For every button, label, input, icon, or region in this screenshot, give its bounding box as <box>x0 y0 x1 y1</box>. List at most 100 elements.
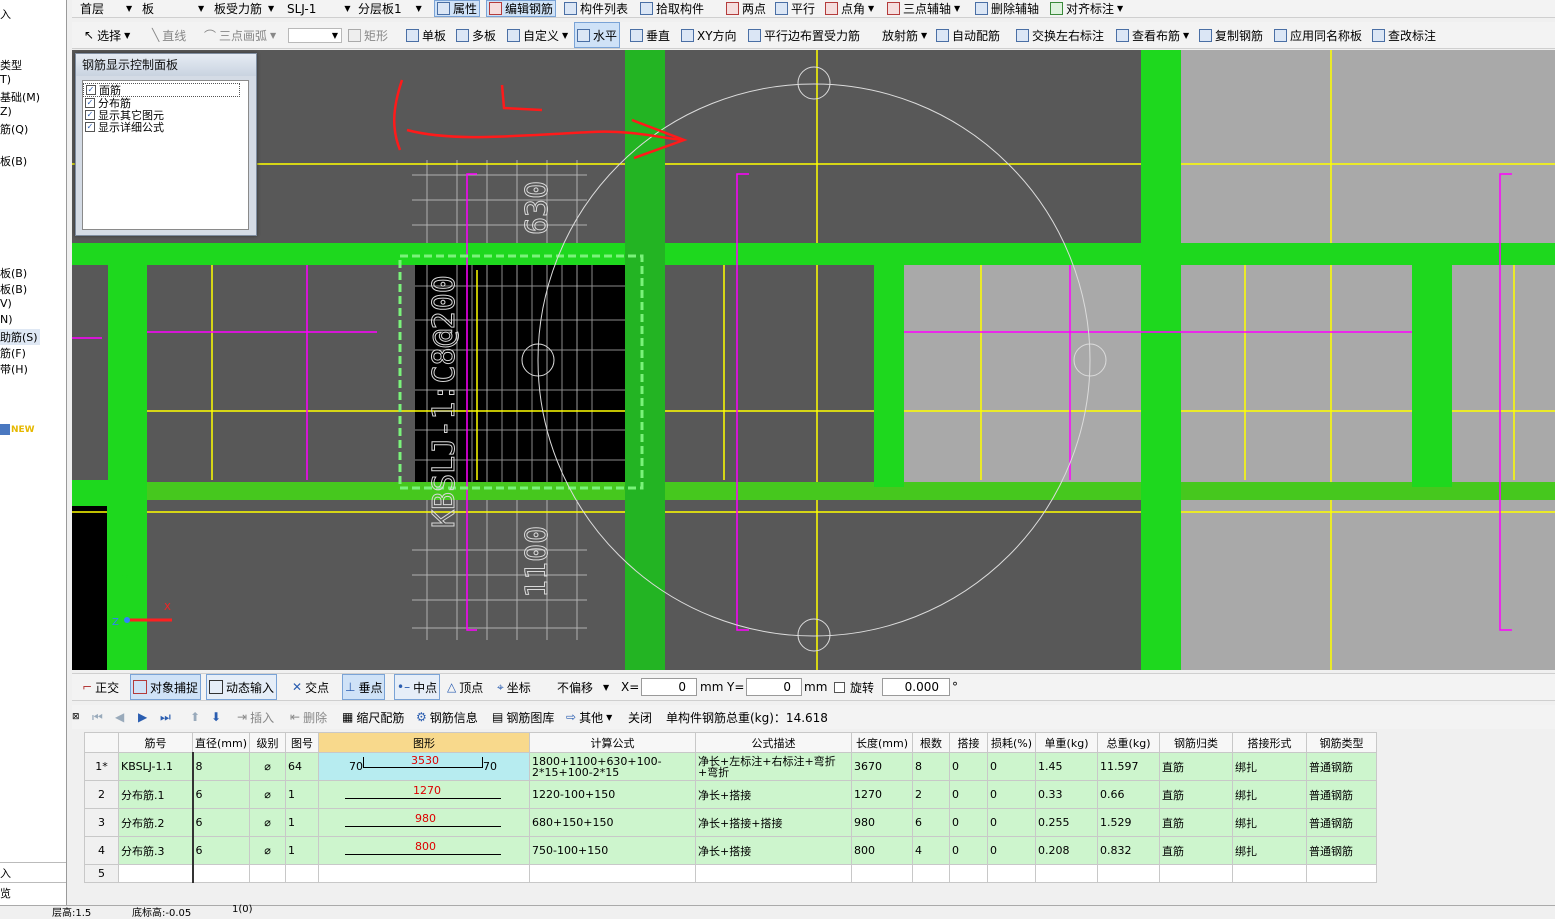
nav-item[interactable]: V) <box>0 297 12 310</box>
empty-cell[interactable] <box>1159 864 1234 883</box>
next-icon[interactable]: ▶ <box>138 705 147 729</box>
arc-button[interactable]: ⌒ 三点画弧 ▼ <box>204 22 276 48</box>
rebar-library-button[interactable]: ▤ 钢筋图库 <box>492 705 554 729</box>
point-angle-button[interactable]: 点角 ▼ <box>825 0 874 17</box>
table-row[interactable]: 2 分布筋.1 6 ⌀ 1 1270 1220-100+150 净长+搭接 12… <box>84 780 1378 809</box>
cell-desc[interactable]: 净长+搭接 <box>695 836 853 865</box>
cell-category[interactable]: 直筋 <box>1159 836 1234 865</box>
cell-length[interactable]: 800 <box>851 836 914 865</box>
cell-formula[interactable]: 1220-100+150 <box>529 780 697 809</box>
x-input[interactable]: 0 <box>641 678 697 696</box>
nav-item[interactable]: 类型 <box>0 57 22 73</box>
select-button[interactable]: ↖ 选择 ▼ <box>84 22 130 48</box>
prev-icon[interactable]: ◀ <box>115 705 124 729</box>
option-show-other[interactable]: ✓ 显示其它图元 <box>83 109 248 121</box>
close-panel-icon[interactable]: ⊠ <box>72 705 80 729</box>
empty-cell[interactable] <box>1097 864 1161 883</box>
ortho-button[interactable]: ⌐ 正交 <box>82 674 119 700</box>
other-button[interactable]: ⇨ 其他 ▼ <box>566 705 612 729</box>
checkbox-checked-icon[interactable]: ✓ <box>85 110 95 120</box>
cell-lap[interactable]: 0 <box>949 752 989 781</box>
cell-total-weight[interactable]: 0.832 <box>1097 836 1161 865</box>
cell-dia[interactable]: 6 <box>191 780 251 809</box>
option-show-formula[interactable]: ✓ 显示详细公式 <box>83 121 248 133</box>
auto-config-button[interactable]: 自动配筋 <box>936 22 1000 48</box>
two-points-button[interactable]: 两点 <box>726 0 766 17</box>
cell-lap[interactable]: 0 <box>949 836 989 865</box>
intersection-button[interactable]: ✕ 交点 <box>292 674 329 700</box>
object-snap-button[interactable]: 对象捕捉 <box>130 674 202 700</box>
property-button[interactable]: 属性 <box>434 0 481 17</box>
cell-category[interactable]: 直筋 <box>1159 808 1234 837</box>
cell-dia[interactable]: 8 <box>191 752 251 781</box>
cell-fig[interactable]: 1 <box>285 808 320 837</box>
scale-rebar-button[interactable]: ▦ 缩尺配筋 <box>342 705 404 729</box>
cell-lap[interactable]: 0 <box>949 808 989 837</box>
rebar-info-button[interactable]: ⚙ 钢筋信息 <box>416 705 478 729</box>
new-item[interactable]: NEW <box>0 424 35 435</box>
table-row[interactable]: 4 分布筋.3 6 ⌀ 1 800 750-100+150 净长+搭接 800 … <box>84 836 1378 865</box>
copy-rebar-button[interactable]: 复制钢筋 <box>1199 22 1263 48</box>
checkbox-checked-icon[interactable]: ✓ <box>86 85 96 95</box>
cell-shape[interactable]: 1270 <box>318 780 531 809</box>
last-icon[interactable]: ⏭ <box>160 705 171 729</box>
midpoint-button[interactable]: •– 中点 <box>394 674 441 700</box>
cell-desc[interactable]: 净长+搭接+搭接 <box>695 808 853 837</box>
component-select[interactable]: SLJ-1 ▼ <box>287 0 351 17</box>
parallel-button[interactable]: 平行 <box>775 0 815 17</box>
three-point-axis-button[interactable]: 三点辅轴 ▼ <box>887 0 960 17</box>
cell-length[interactable]: 3670 <box>851 752 914 781</box>
cell-type[interactable]: 普通钢筋 <box>1306 808 1378 837</box>
cell-shape[interactable]: 70 3530 70 <box>318 752 531 781</box>
nav-item-selected[interactable]: 助筋(S) <box>0 329 40 345</box>
nav-item[interactable]: 板(B) <box>0 281 27 297</box>
cell-loss[interactable]: 0 <box>987 808 1037 837</box>
cell-name[interactable]: 分布筋.3 <box>118 836 194 865</box>
view-layout-button[interactable]: 查看布筋 ▼ <box>1116 22 1189 48</box>
cell-category[interactable]: 直筋 <box>1159 752 1234 781</box>
option-top-rebar[interactable]: ✓ 面筋 <box>83 83 240 97</box>
cell-grade[interactable]: ⌀ <box>249 780 287 809</box>
cell-shape[interactable]: 980 <box>318 808 531 837</box>
subcategory-select[interactable]: 板受力筋 ▼ <box>214 0 274 17</box>
empty-cell[interactable] <box>249 864 287 883</box>
apply-same-button[interactable]: 应用同名称板 <box>1274 22 1362 48</box>
cell-formula[interactable]: 750-100+150 <box>529 836 697 865</box>
empty-cell[interactable] <box>1035 864 1099 883</box>
cell-lap-type[interactable]: 绑扎 <box>1232 780 1308 809</box>
cell-lap-type[interactable]: 绑扎 <box>1232 808 1308 837</box>
nav-item[interactable]: 筋(F) <box>0 345 26 361</box>
empty-cell[interactable] <box>912 864 951 883</box>
vertex-button[interactable]: △ 顶点 <box>447 674 483 700</box>
cell-desc[interactable]: 净长+左标注+右标注+弯折+弯折 <box>695 752 853 781</box>
nav-item[interactable]: 板(B) <box>0 265 27 281</box>
nav-item[interactable]: 入 <box>0 862 66 881</box>
cell-shape[interactable]: 800 <box>318 836 531 865</box>
rebar-display-panel[interactable]: 钢筋显示控制面板 ✓ 面筋 ✓ 分布筋 ✓ 显示其它图元 ✓ 显示详细公式 <box>75 53 257 236</box>
cell-dia[interactable]: 6 <box>191 808 251 837</box>
cell-loss[interactable]: 0 <box>987 780 1037 809</box>
table-row-empty[interactable]: 5 <box>84 864 1378 883</box>
cell-loss[interactable]: 0 <box>987 752 1037 781</box>
empty-cell[interactable] <box>118 864 194 883</box>
cell-grade[interactable]: ⌀ <box>249 752 287 781</box>
cell-name[interactable]: KBSLJ-1.1 <box>118 752 194 781</box>
custom-button[interactable]: 自定义 ▼ <box>507 22 568 48</box>
nav-item[interactable]: 基础(M) <box>0 89 40 105</box>
line-button[interactable]: ╲ 直线 <box>152 22 186 48</box>
coordinate-button[interactable]: ⌖ 坐标 <box>497 674 531 700</box>
empty-cell[interactable] <box>191 864 251 883</box>
edit-rebar-button[interactable]: 编辑钢筋 <box>486 0 557 17</box>
cell-grade[interactable]: ⌀ <box>249 836 287 865</box>
nav-item[interactable]: 览 <box>0 882 66 901</box>
nav-item[interactable]: 筋(Q) <box>0 121 28 137</box>
empty-cell[interactable] <box>987 864 1037 883</box>
rect-button[interactable]: 矩形 <box>348 22 388 48</box>
cell-lap[interactable]: 0 <box>949 780 989 809</box>
empty-cell[interactable] <box>1232 864 1308 883</box>
rotate-input[interactable]: 0.000 <box>882 678 950 696</box>
cell-count[interactable]: 8 <box>912 752 951 781</box>
drawing-canvas[interactable]: KBSLJ-1:C8@200 630 1100 X Y Z <box>72 50 1555 670</box>
empty-cell[interactable] <box>318 864 531 883</box>
table-row[interactable]: 3 分布筋.2 6 ⌀ 1 980 680+150+150 净长+搭接+搭接 9… <box>84 808 1378 837</box>
